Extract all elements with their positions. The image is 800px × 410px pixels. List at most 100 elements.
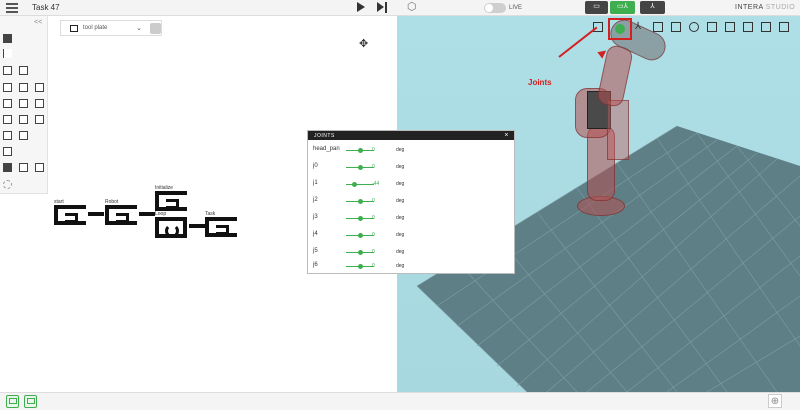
joint-slider-thumb[interactable] (358, 250, 363, 255)
palette-node-icon[interactable] (19, 163, 28, 172)
loop-node[interactable] (155, 217, 187, 238)
joint-unit: deg (396, 181, 405, 187)
robot-node[interactable] (105, 205, 137, 225)
joint-slider-thumb[interactable] (358, 264, 363, 269)
palette-node-icon[interactable] (3, 131, 12, 140)
joints-panel: JOINTS × head_pan 0 deg j0 0 deg j1 -44 … (307, 130, 515, 274)
joint-value: -44 (372, 181, 380, 187)
joint-value: 0 (372, 147, 375, 153)
tree-connector (189, 224, 205, 228)
camera-icon[interactable] (653, 22, 663, 32)
chevron-down-icon: ⌄ (136, 25, 142, 32)
joint-slider-thumb[interactable] (358, 199, 363, 204)
palette-node-icon[interactable] (3, 99, 12, 108)
joint-slider-thumb[interactable] (352, 182, 357, 187)
task-view-button[interactable]: ▭ (585, 1, 608, 14)
joint-slider-thumb[interactable] (358, 148, 363, 153)
palette-node-icon[interactable] (35, 115, 44, 124)
palette-node-icon[interactable] (35, 99, 44, 108)
joint-slider-thumb[interactable] (358, 233, 363, 238)
joint-name: head_pan (313, 146, 340, 152)
palette-node-icon[interactable] (19, 66, 28, 75)
joint-slider-thumb[interactable] (358, 216, 363, 221)
play-icon[interactable] (357, 2, 365, 12)
save-task-button[interactable] (6, 395, 19, 408)
palette-node-icon[interactable] (3, 115, 12, 124)
joint-value: 0 (372, 232, 375, 238)
joint-name: j2 (313, 197, 318, 203)
palette-node-icon[interactable] (3, 66, 12, 75)
joint-slider-thumb[interactable] (358, 165, 363, 170)
palette-node-icon[interactable] (3, 147, 12, 156)
move-cursor-icon: ✥ (359, 38, 369, 50)
task-view-icon: ▭ (593, 3, 600, 10)
palette-node-icon[interactable] (3, 83, 12, 92)
joint-row: j6 0 deg (308, 261, 514, 277)
joint-unit: deg (396, 249, 405, 255)
save-as-button[interactable] (24, 395, 37, 408)
palette-node-icon[interactable] (3, 34, 12, 43)
joint-unit: deg (396, 147, 405, 153)
task-node[interactable] (205, 217, 237, 237)
step-forward-icon[interactable] (377, 2, 389, 13)
palette-node-icon[interactable] (35, 83, 44, 92)
network-icon[interactable] (743, 22, 753, 32)
joint-row: j3 0 deg (308, 213, 514, 229)
split-view-button[interactable]: ▭⅄ (610, 1, 635, 14)
joint-name: j0 (313, 163, 318, 169)
joint-name: j1 (313, 180, 318, 186)
recenter-view-icon[interactable]: ⊕ (768, 394, 782, 408)
target-icon[interactable] (689, 22, 699, 32)
menu-icon[interactable] (6, 3, 18, 13)
joint-slider-track[interactable] (346, 184, 374, 185)
node-palette: << (0, 16, 48, 194)
tree-connector (88, 212, 104, 216)
frames-icon[interactable]: ⅄ (635, 22, 645, 32)
joints-panel-button[interactable] (608, 18, 632, 40)
joint-row: j1 -44 deg (308, 179, 514, 195)
palette-node-icon[interactable] (19, 131, 28, 140)
tool-plate-value: tool plate (83, 25, 108, 31)
joint-value: 0 (372, 215, 375, 221)
tool-settings-button[interactable] (150, 23, 161, 34)
robot-view-button[interactable]: ⅄ (640, 1, 665, 14)
initialize-node[interactable] (155, 191, 187, 211)
joint-row: head_pan 0 deg (308, 145, 514, 161)
settings-hex-icon[interactable]: ⬡ (407, 2, 417, 13)
live-toggle[interactable] (484, 3, 506, 13)
joint-value: 0 (372, 198, 375, 204)
joints-panel-header: JOINTS × (308, 131, 514, 140)
joint-name: j4 (313, 231, 318, 237)
joint-value: 0 (372, 164, 375, 170)
joint-name: j5 (313, 248, 318, 254)
tree-connector (139, 212, 155, 216)
joint-unit: deg (396, 164, 405, 170)
layers-icon[interactable] (707, 22, 717, 32)
collapse-palette-button[interactable]: << (34, 19, 42, 26)
top-bar: Task 47 ⬡ LIVE ▭ ▭⅄ ⅄ INTERA STUDIO (0, 0, 800, 16)
joint-row: j4 0 deg (308, 230, 514, 246)
document-icon[interactable] (779, 22, 789, 32)
joint-name: j6 (313, 262, 318, 268)
start-node[interactable] (54, 205, 86, 225)
palette-node-icon[interactable] (19, 115, 28, 124)
joint-name: j3 (313, 214, 318, 220)
palette-node-icon[interactable] (35, 163, 44, 172)
palette-node-icon[interactable] (3, 163, 12, 172)
sensor-icon[interactable] (761, 22, 771, 32)
close-icon[interactable]: × (504, 132, 509, 139)
joint-unit: deg (396, 198, 405, 204)
palette-node-icon[interactable] (19, 99, 28, 108)
variables-icon[interactable] (725, 22, 735, 32)
joint-value: 0 (372, 263, 375, 269)
joint-row: j0 0 deg (308, 162, 514, 178)
bottom-bar: ⊕ (0, 392, 800, 410)
task-title: Task 47 (32, 3, 60, 12)
palette-node-icon[interactable] (19, 83, 28, 92)
joint-row: j2 0 deg (308, 196, 514, 212)
joint-value: 0 (372, 249, 375, 255)
split-view-icon: ▭⅄ (617, 3, 628, 10)
grid-icon[interactable] (671, 22, 681, 32)
palette-node-icon[interactable] (3, 49, 12, 58)
tool-plate-dropdown[interactable]: tool plate ⌄ (60, 20, 162, 36)
